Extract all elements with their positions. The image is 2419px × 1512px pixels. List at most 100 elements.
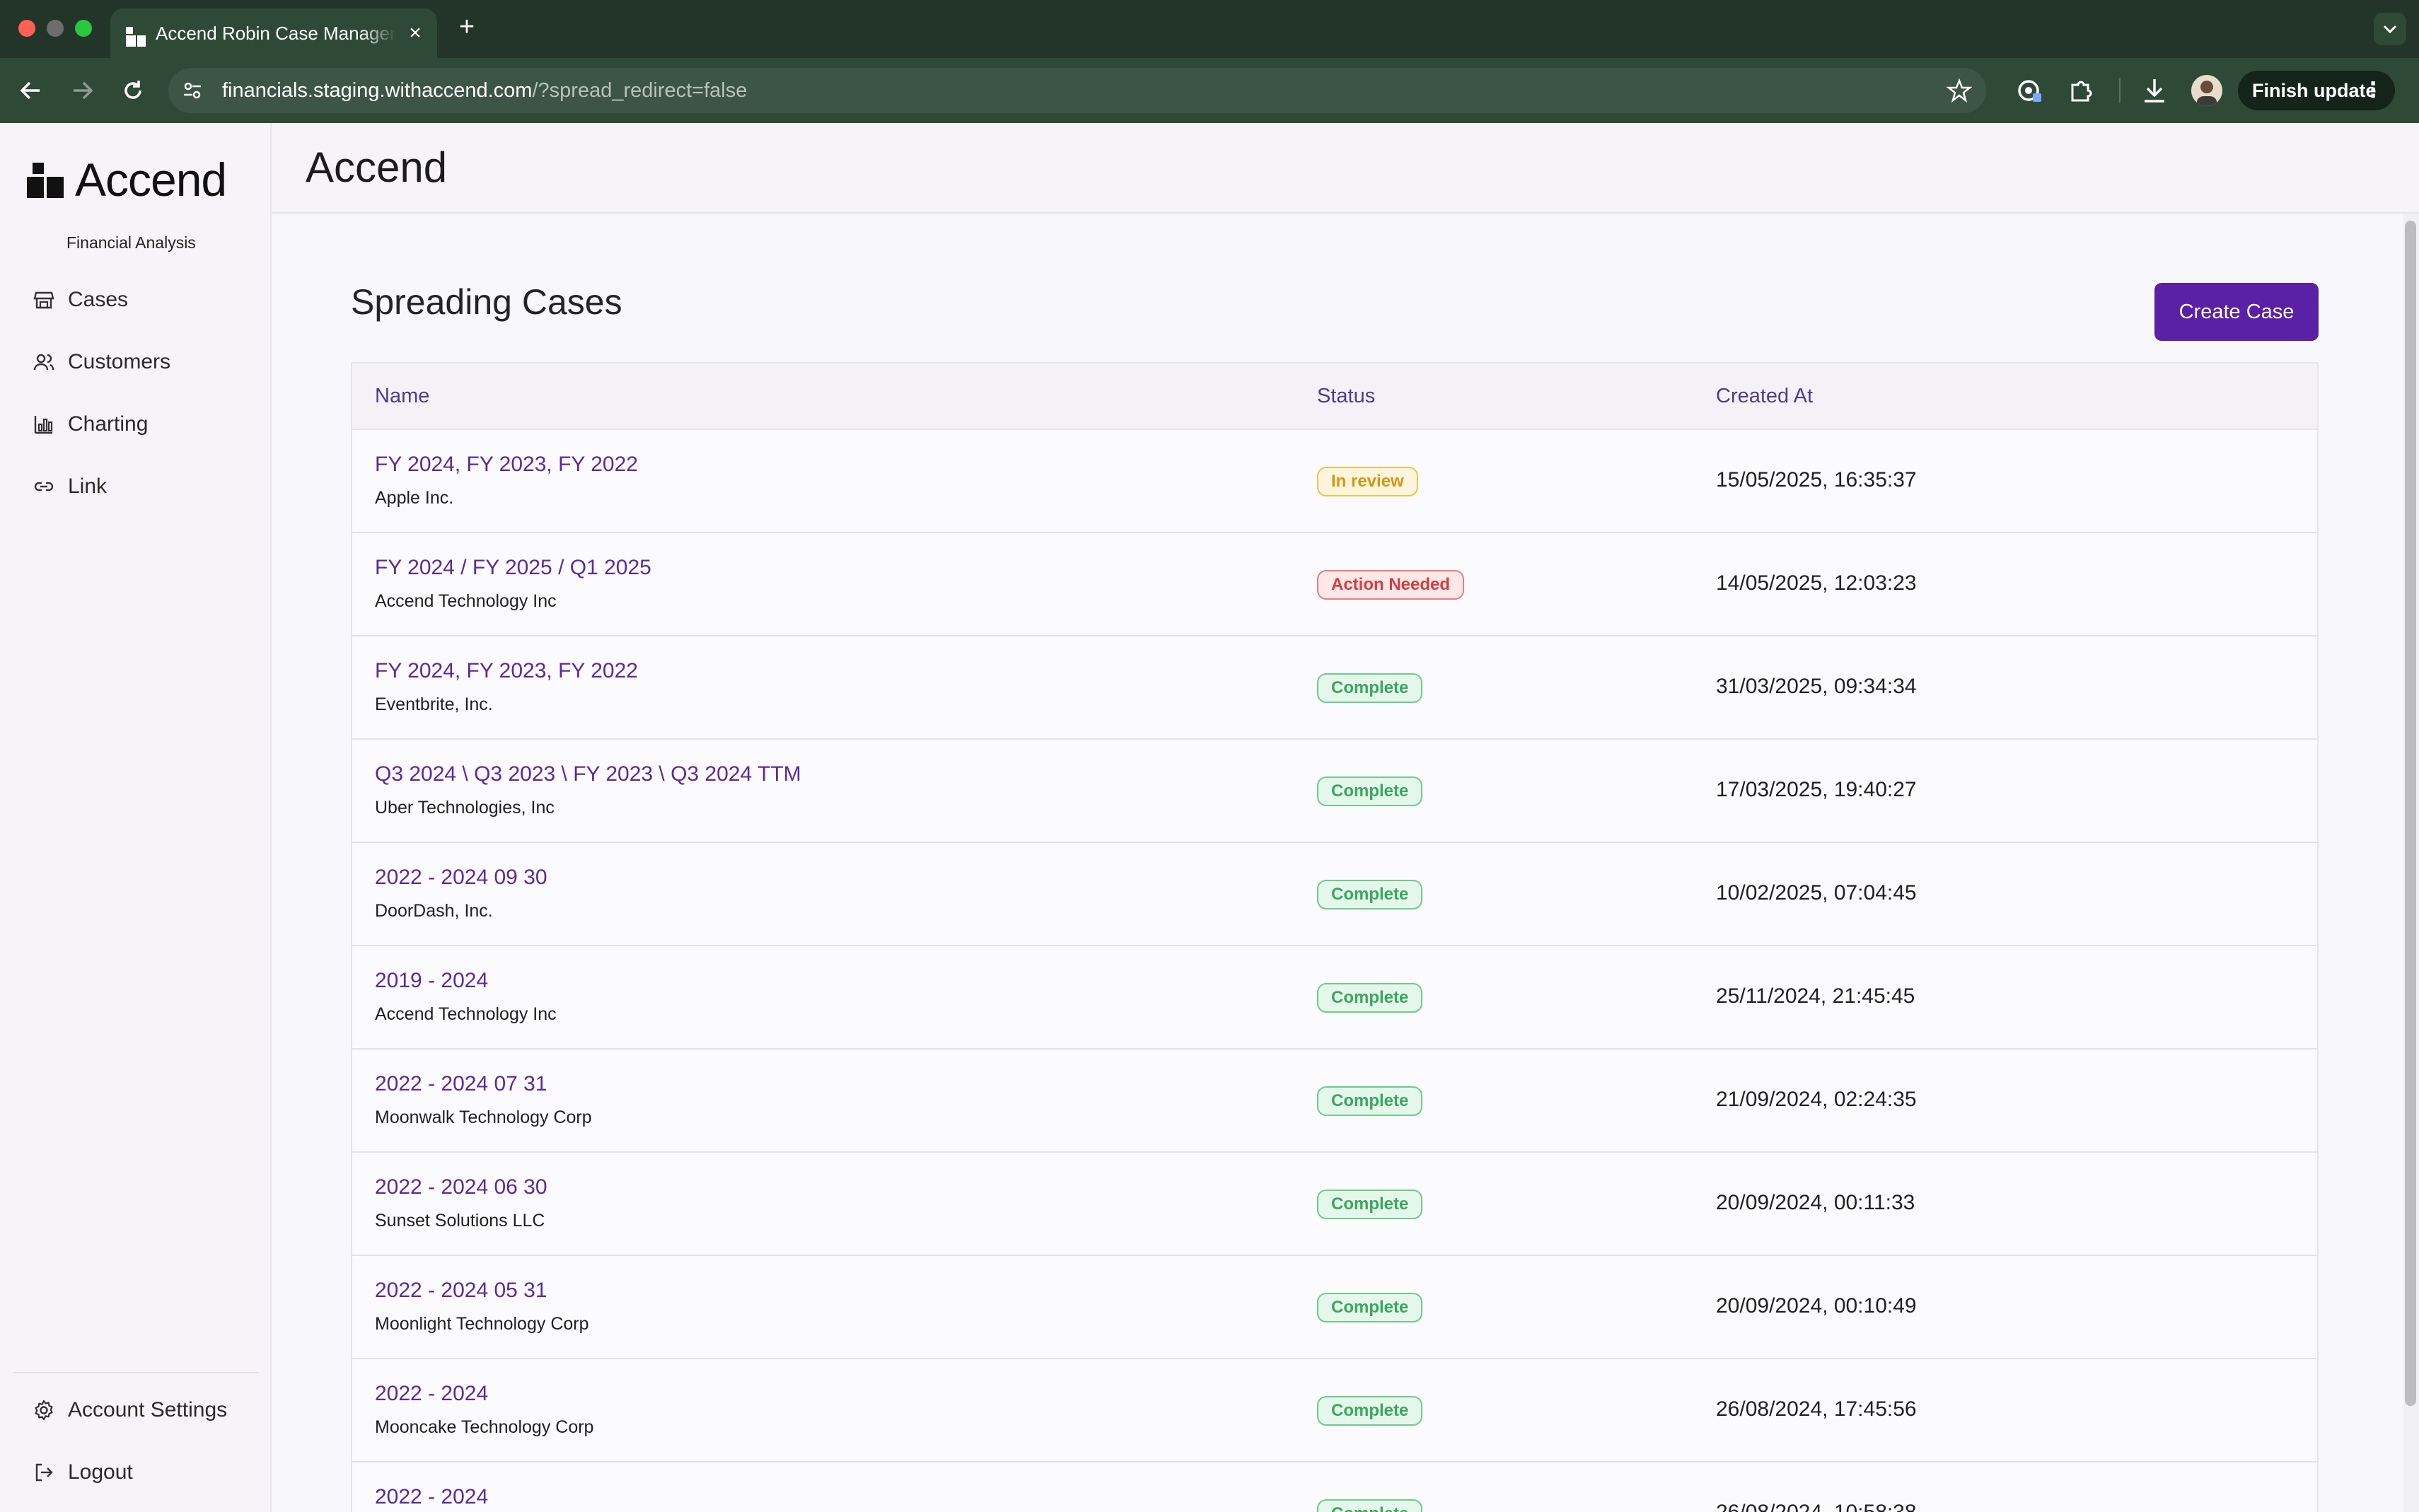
table-row[interactable]: 2022 - 2024 05 31 Moonlight Technology C… (352, 1256, 2317, 1359)
url-path: /?spread_redirect=false (532, 79, 748, 102)
sidebar-item-link[interactable]: Link (33, 468, 107, 505)
logo-subtitle: Financial Analysis (66, 233, 196, 252)
case-customer: Sunset Solutions LLC (375, 1211, 545, 1231)
case-customer: Accend Technology Inc (375, 1004, 557, 1024)
table-row[interactable]: Q3 2024 \ Q3 2023 \ FY 2023 \ Q3 2024 TT… (352, 740, 2317, 843)
created-at: 17/03/2025, 19:40:27 (1716, 778, 1917, 801)
users-icon (33, 354, 54, 371)
create-case-button[interactable]: Create Case (2154, 283, 2319, 341)
table-row[interactable]: 2022 - 2024 06 30 Sunset Solutions LLC C… (352, 1153, 2317, 1256)
bookmark-star-icon[interactable] (1947, 78, 1972, 103)
case-name-link[interactable]: 2022 - 2024 09 30 (375, 866, 547, 890)
address-bar[interactable]: financials.staging.withaccend.com/?sprea… (168, 68, 1986, 113)
table-row[interactable]: 2022 - 2024 Complete 26/08/2024, 10:58:3… (352, 1462, 2317, 1512)
case-name-link[interactable]: FY 2024, FY 2023, FY 2022 (375, 453, 638, 477)
browser-tab-strip: Accend Robin Case Management × + (0, 0, 2419, 58)
site-info-icon[interactable] (181, 79, 204, 102)
sidebar: Accend Financial Analysis Cases Customer… (0, 123, 272, 1512)
sidebar-item-account-settings[interactable]: Account Settings (33, 1392, 227, 1429)
main-content: Spreading Cases Create Case Name Status … (272, 214, 2419, 1512)
window-minimize-button[interactable] (47, 20, 64, 37)
sidebar-item-charting[interactable]: Charting (33, 406, 148, 443)
back-arrow-icon[interactable] (14, 74, 48, 107)
app-header: Accend (272, 123, 2419, 214)
status-badge: Complete (1317, 1396, 1423, 1426)
case-name-link[interactable]: FY 2024 / FY 2025 / Q1 2025 (375, 556, 651, 580)
table-row[interactable]: FY 2024 / FY 2025 / Q1 2025 Accend Techn… (352, 533, 2317, 636)
table-header: Name Status Created At (352, 364, 2317, 430)
window-zoom-button[interactable] (75, 20, 92, 37)
link-icon (34, 482, 54, 492)
accend-logo[interactable]: Accend Financial Analysis (25, 153, 252, 252)
status-badge: Complete (1317, 777, 1423, 806)
user-avatar-icon (2191, 75, 2222, 106)
column-header-name[interactable]: Name (375, 385, 429, 408)
created-at: 20/09/2024, 00:11:33 (1716, 1191, 1915, 1214)
created-at: 20/09/2024, 00:10:49 (1716, 1294, 1917, 1318)
bar-chart-icon (34, 416, 53, 434)
finish-update-label: Finish update (2252, 80, 2377, 101)
table-row[interactable]: 2022 - 2024 Mooncake Technology Corp Com… (352, 1359, 2317, 1462)
created-at: 26/08/2024, 17:45:56 (1716, 1397, 1917, 1421)
case-name-link[interactable]: Q3 2024 \ Q3 2023 \ FY 2023 \ Q3 2024 TT… (375, 762, 801, 786)
case-name-link[interactable]: 2022 - 2024 (375, 1382, 488, 1406)
status-badge: Complete (1317, 983, 1423, 1013)
case-customer: Moonlight Technology Corp (375, 1314, 589, 1334)
toolbar-separator (2119, 78, 2121, 103)
download-icon[interactable] (2139, 75, 2170, 106)
case-customer: Apple Inc. (375, 488, 454, 508)
table-row[interactable]: 2019 - 2024 Accend Technology Inc Comple… (352, 946, 2317, 1049)
tab-search-button[interactable] (2374, 13, 2406, 45)
password-manager-icon[interactable] (2014, 75, 2046, 106)
reload-icon[interactable] (116, 74, 150, 107)
case-name-link[interactable]: 2022 - 2024 (375, 1485, 488, 1509)
gear-icon (35, 1400, 53, 1421)
more-menu-icon: ⋮ (2362, 78, 2384, 102)
url-text: financials.staging.withaccend.com/?sprea… (222, 79, 747, 103)
sidebar-item-label: Customers (68, 350, 171, 373)
sidebar-item-label: Account Settings (68, 1398, 228, 1421)
table-row[interactable]: 2022 - 2024 09 30 DoorDash, Inc. Complet… (352, 843, 2317, 946)
sidebar-item-label: Link (68, 475, 108, 498)
status-badge: Complete (1317, 673, 1423, 703)
case-customer: Moonwalk Technology Corp (375, 1107, 592, 1127)
sidebar-item-customers[interactable]: Customers (33, 344, 170, 380)
case-name-link[interactable]: 2022 - 2024 06 30 (375, 1175, 547, 1199)
scrollbar-thumb[interactable] (2405, 221, 2416, 1406)
case-customer: DoorDash, Inc. (375, 901, 493, 921)
url-host: financials.staging.withaccend.com (222, 79, 533, 102)
case-name-link[interactable]: 2022 - 2024 05 31 (375, 1279, 547, 1303)
tab-close-icon[interactable]: × (405, 23, 426, 44)
case-name-link[interactable]: 2022 - 2024 07 31 (375, 1072, 547, 1096)
column-header-created-at[interactable]: Created At (1716, 385, 1813, 408)
sidebar-item-cases[interactable]: Cases (33, 281, 128, 318)
column-header-status[interactable]: Status (1317, 385, 1375, 408)
extensions-puzzle-icon[interactable] (2065, 75, 2096, 106)
table-row[interactable]: FY 2024, FY 2023, FY 2022 Apple Inc. In … (352, 430, 2317, 533)
sidebar-item-logout[interactable]: Logout (33, 1454, 133, 1491)
case-name-link[interactable]: 2019 - 2024 (375, 969, 488, 993)
window-close-button[interactable] (18, 20, 35, 37)
status-badge: Complete (1317, 1190, 1423, 1219)
browser-tab-active[interactable]: Accend Robin Case Management × (110, 8, 437, 58)
status-badge: Action Needed (1317, 570, 1465, 600)
tab-title: Accend Robin Case Management (156, 23, 396, 44)
created-at: 25/11/2024, 21:45:45 (1716, 984, 1915, 1008)
status-badge: Complete (1317, 880, 1423, 909)
case-name-link[interactable]: FY 2024, FY 2023, FY 2022 (375, 659, 638, 683)
finish-update-button[interactable]: Finish update ⋮ (2238, 71, 2395, 110)
created-at: 21/09/2024, 02:24:35 (1716, 1088, 1917, 1111)
profile-avatar[interactable] (2191, 75, 2222, 106)
forward-arrow-icon[interactable] (65, 74, 99, 107)
accend-favicon-icon (126, 27, 146, 47)
browser-toolbar: financials.staging.withaccend.com/?sprea… (0, 58, 2419, 123)
chevron-down-icon (2383, 25, 2397, 34)
logo-wordmark: Accend (75, 153, 227, 206)
cases-table: Name Status Created At FY 2024, FY 2023,… (351, 362, 2319, 1512)
case-customer: Accend Technology Inc (375, 591, 557, 611)
created-at: 10/02/2025, 07:04:45 (1716, 881, 1917, 905)
status-badge: In review (1317, 467, 1418, 496)
table-row[interactable]: FY 2024, FY 2023, FY 2022 Eventbrite, In… (352, 636, 2317, 740)
table-row[interactable]: 2022 - 2024 07 31 Moonwalk Technology Co… (352, 1049, 2317, 1153)
new-tab-button[interactable]: + (453, 13, 481, 41)
